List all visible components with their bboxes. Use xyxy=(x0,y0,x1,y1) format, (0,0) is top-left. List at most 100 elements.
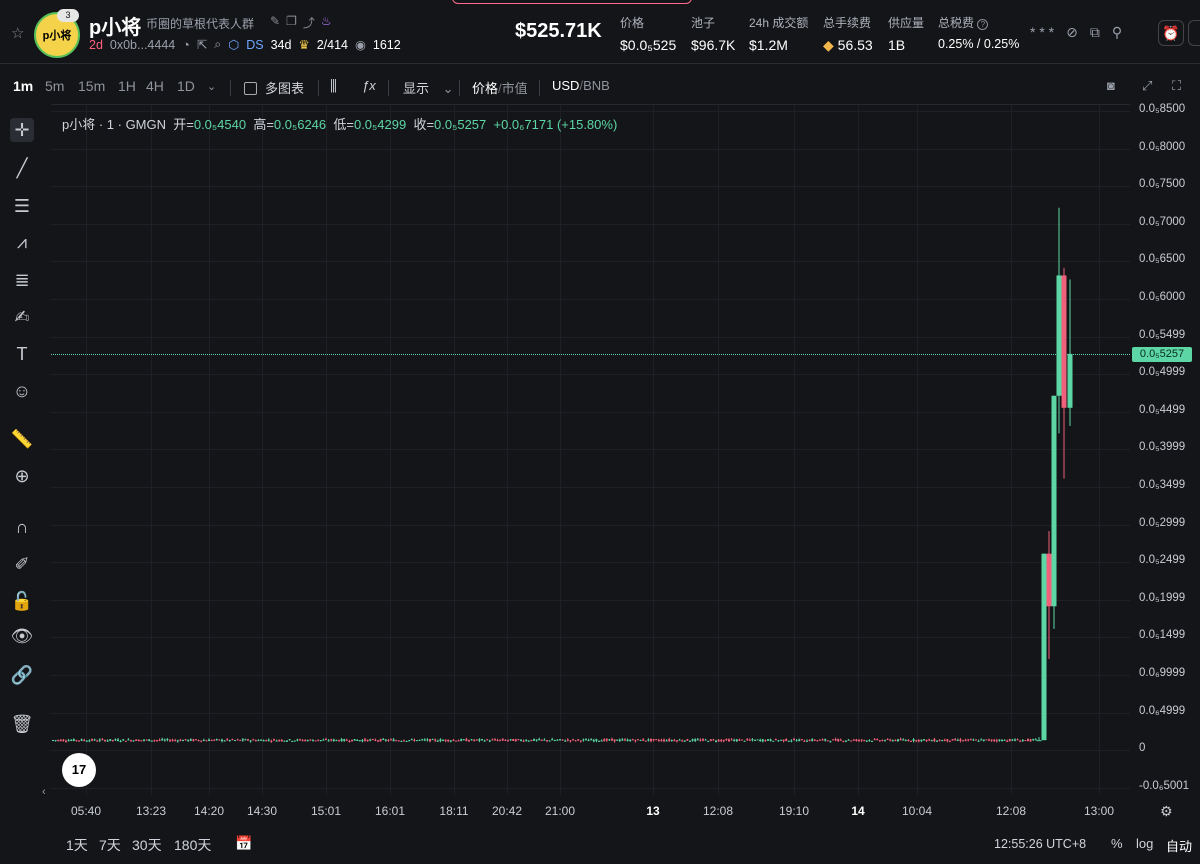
candle-body xyxy=(72,739,75,741)
timeframe-1h[interactable]: 1H xyxy=(118,78,136,94)
utc-clock[interactable]: 12:55:26 UTC+8 xyxy=(994,837,1086,851)
candle-body xyxy=(665,740,668,742)
timeframe-4h[interactable]: 4H xyxy=(146,78,164,94)
candle-body xyxy=(1011,739,1014,741)
alarm-icon[interactable]: ⏰ xyxy=(1158,20,1184,46)
camera-icon[interactable]: ◙ xyxy=(1107,78,1115,93)
candle-body xyxy=(57,739,60,741)
stat-value: 0.25% / 0.25% xyxy=(938,37,1020,51)
candle-body xyxy=(101,739,104,741)
mcap-option[interactable]: 市值 xyxy=(502,81,528,96)
candle-body xyxy=(852,739,855,741)
price-option[interactable]: 价格 xyxy=(472,81,498,96)
horizontal-lines-icon[interactable]: ☰ xyxy=(10,194,34,218)
visibility-icon[interactable]: 👁 xyxy=(10,624,34,648)
candle-body xyxy=(200,740,203,742)
expand-icon[interactable]: ⛶ xyxy=(1172,78,1181,94)
candle-body xyxy=(153,740,156,742)
usd-option[interactable]: USD xyxy=(552,78,579,93)
timeframe-5m[interactable]: 5m xyxy=(45,78,64,94)
ruler-icon[interactable]: 📏 xyxy=(10,427,34,451)
candle-body xyxy=(1014,739,1016,741)
candle-body xyxy=(699,739,702,741)
display-menu[interactable]: 显示 ⌄ xyxy=(403,78,454,97)
range-30d[interactable]: 30天 xyxy=(132,835,162,855)
copy-icon[interactable]: ❐ xyxy=(286,14,297,31)
search-icon[interactable]: ⌕ xyxy=(214,37,221,52)
share-icon[interactable]: ⤴ xyxy=(303,14,315,31)
range-180d[interactable]: 180天 xyxy=(174,835,211,855)
candle-body xyxy=(475,739,478,741)
candle-body xyxy=(442,740,444,742)
candle-body xyxy=(946,739,949,742)
eye-off-icon[interactable]: ⊘ xyxy=(1066,24,1078,41)
checkbox-icon[interactable] xyxy=(244,82,257,95)
candle-body xyxy=(273,739,275,741)
price-axis[interactable]: 0.0₅8500 0.0₅8000 0.0₅7500 0.0₅7000 0.0₅6500… xyxy=(1130,103,1200,794)
range-7d[interactable]: 7天 xyxy=(99,835,121,855)
candle-body xyxy=(824,739,827,741)
price-mcap-toggle[interactable]: 价格/市值 xyxy=(472,78,528,97)
candle-body xyxy=(397,740,400,742)
edit-icon[interactable]: ✎ xyxy=(270,14,280,31)
settings-gear-icon[interactable]: ⚙ xyxy=(1160,803,1173,820)
auto-toggle[interactable]: 自动 xyxy=(1166,836,1192,855)
candle-body xyxy=(899,739,902,741)
candle-body xyxy=(764,739,767,741)
multi-chart-toggle[interactable]: 多图表 xyxy=(244,78,304,97)
candle-body xyxy=(127,739,130,741)
notification-pill[interactable] xyxy=(452,0,692,4)
text-icon[interactable]: T xyxy=(10,342,34,366)
contract-address[interactable]: 0x0b...4444 xyxy=(110,38,175,52)
pattern-icon[interactable]: ⩘ xyxy=(10,230,34,254)
timeframe-1m[interactable]: 1m xyxy=(13,78,33,94)
calendar-icon[interactable]: 📅 xyxy=(235,835,252,852)
trash-icon[interactable]: 🗑 xyxy=(10,712,34,736)
candle-body xyxy=(267,739,270,741)
external-link-icon[interactable]: ⧉ xyxy=(1090,24,1100,41)
crosshair-icon[interactable]: ✛ xyxy=(10,118,34,142)
magnet-icon[interactable]: ∩ xyxy=(10,515,34,539)
currency-toggle[interactable]: USD/BNB xyxy=(552,78,610,93)
candle-body xyxy=(91,739,93,741)
zoom-in-icon[interactable]: ⊕ xyxy=(10,464,34,488)
brush-icon[interactable]: ✍ xyxy=(10,305,34,329)
candle-body xyxy=(972,739,975,741)
hidden-stars[interactable]: * * * xyxy=(1030,24,1054,41)
candle-body xyxy=(111,739,114,741)
pin-icon[interactable]: ⚲ xyxy=(1112,24,1122,41)
help-icon[interactable]: ? xyxy=(977,19,989,30)
unlock-icon[interactable]: 🔓 xyxy=(10,589,34,613)
price-tick: 0.0₅3999 xyxy=(1139,441,1186,454)
bnb-option[interactable]: BNB xyxy=(583,78,610,93)
tradingview-logo[interactable]: 17 xyxy=(62,753,96,787)
candle-body xyxy=(460,739,463,741)
favorite-star-icon[interactable]: ☆ xyxy=(11,24,24,42)
lock-drawing-icon[interactable]: ✐ xyxy=(10,552,34,576)
log-toggle[interactable]: log xyxy=(1136,836,1153,851)
candle-body xyxy=(327,740,330,742)
candle-body xyxy=(104,740,106,742)
candle-body xyxy=(447,739,450,742)
side-panel-toggle[interactable] xyxy=(1188,20,1200,46)
chevron-down-icon[interactable]: ⌄ xyxy=(207,80,216,93)
scroll-left-icon[interactable]: ‹ xyxy=(42,786,46,798)
percent-toggle[interactable]: % xyxy=(1111,836,1123,851)
range-1d[interactable]: 1天 xyxy=(66,835,88,855)
emoji-icon[interactable]: ☺ xyxy=(10,379,34,403)
trendline-icon[interactable]: ╱ xyxy=(10,156,34,180)
fees-value: 56.53 xyxy=(837,37,873,53)
time-axis[interactable]: 05:40 13:23 14:20 14:30 15:01 16:01 18:11 20:42… xyxy=(51,798,1130,822)
share-out-icon[interactable]: ⇱ xyxy=(197,37,207,52)
fib-icon[interactable]: ≣ xyxy=(10,268,34,292)
timeframe-15m[interactable]: 15m xyxy=(78,78,105,94)
ds-label[interactable]: DS xyxy=(246,38,263,52)
timeframe-1d[interactable]: 1D xyxy=(177,78,195,94)
chart-icon[interactable]: ◔ xyxy=(182,38,190,52)
candle-body xyxy=(239,739,242,741)
indicators-icon[interactable]: ƒx xyxy=(362,78,376,93)
link-icon[interactable]: 🔗 xyxy=(10,663,34,687)
candle-body xyxy=(322,739,325,741)
candle-type-icon[interactable]: ⫼ xyxy=(330,78,337,95)
fullscreen-icon[interactable]: ⤢ xyxy=(1142,78,1152,94)
